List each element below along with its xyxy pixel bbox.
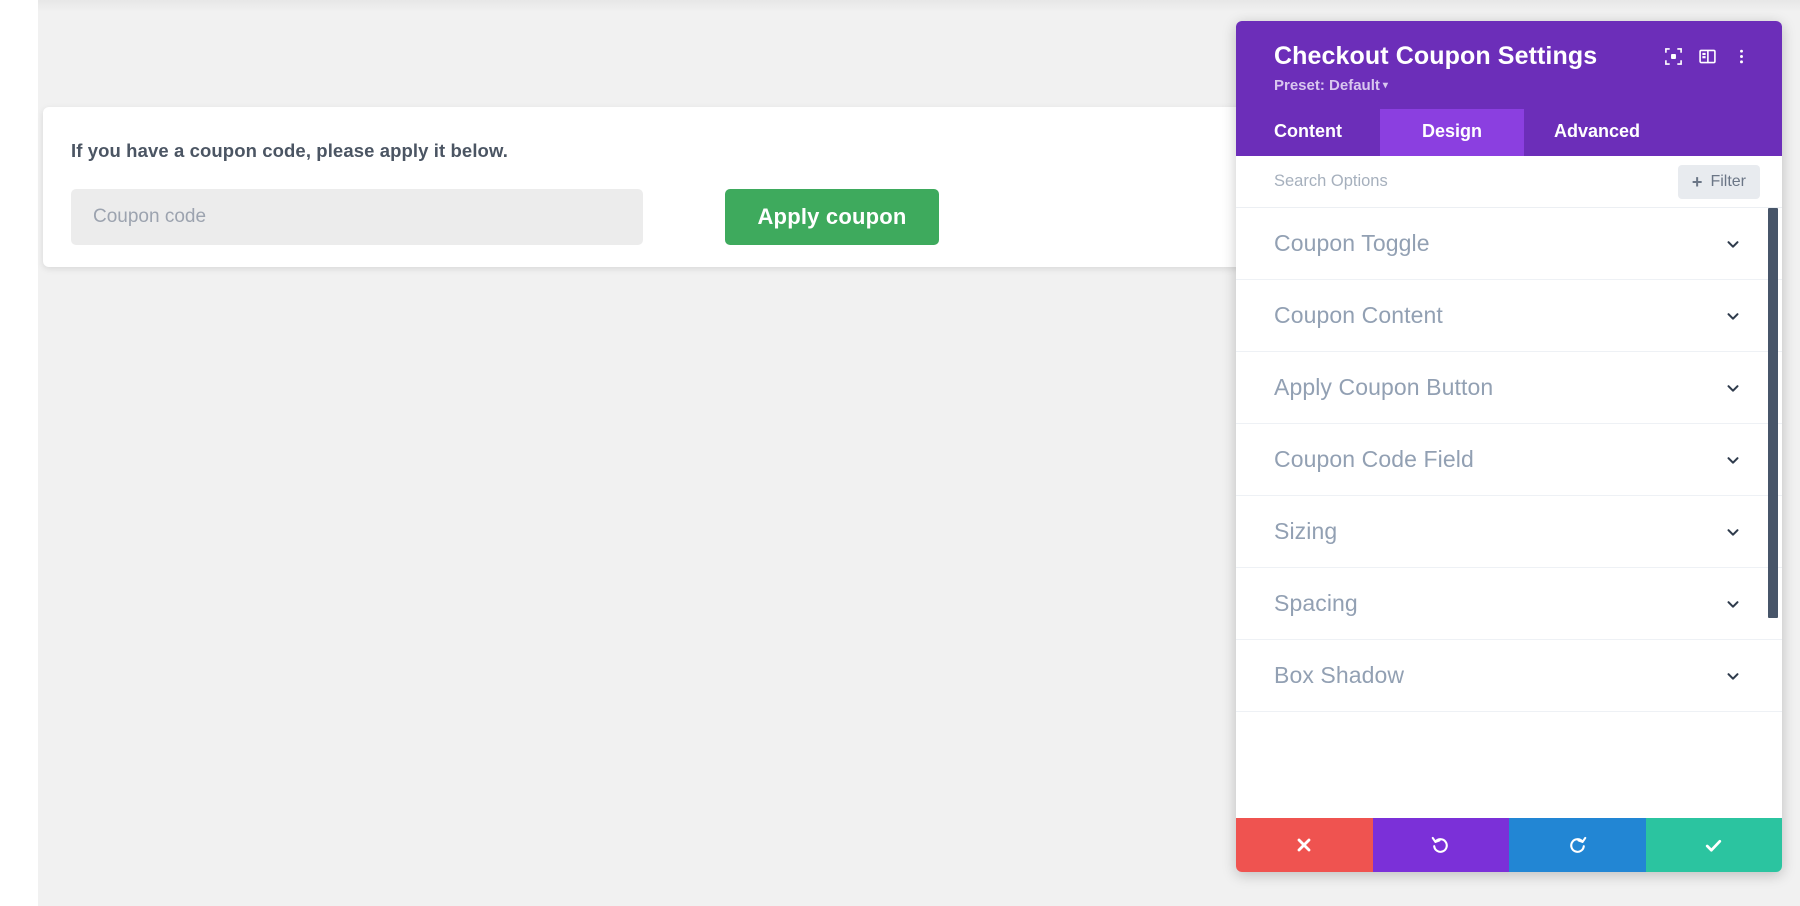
- chevron-down-icon: [1722, 665, 1744, 687]
- option-label: Coupon Code Field: [1274, 446, 1722, 473]
- tab-advanced[interactable]: Advanced: [1524, 109, 1670, 156]
- modal-footer-actions: [1236, 818, 1782, 872]
- option-label: Box Shadow: [1274, 662, 1722, 689]
- filter-button-label: Filter: [1710, 173, 1746, 191]
- chevron-down-icon: [1722, 233, 1744, 255]
- option-label: Spacing: [1274, 590, 1722, 617]
- tab-design[interactable]: Design: [1380, 109, 1524, 156]
- option-label: Coupon Toggle: [1274, 230, 1722, 257]
- chevron-down-icon: [1722, 521, 1744, 543]
- apply-coupon-button[interactable]: Apply coupon: [725, 189, 939, 245]
- modal-header-top-row: Checkout Coupon Settings: [1274, 39, 1758, 73]
- checkout-coupon-settings-modal: Checkout Coupon Settings: [1236, 21, 1782, 872]
- modal-header: Checkout Coupon Settings: [1236, 21, 1782, 109]
- option-row-coupon-content[interactable]: Coupon Content: [1236, 280, 1782, 352]
- chevron-down-icon: [1722, 449, 1744, 471]
- preset-selector[interactable]: Preset: Default▾: [1274, 77, 1388, 94]
- chevron-down-icon: [1722, 305, 1744, 327]
- options-search-bar: + Filter: [1236, 156, 1782, 208]
- option-label: Sizing: [1274, 518, 1722, 545]
- chevron-down-icon: [1722, 593, 1744, 615]
- undo-icon: [1430, 835, 1451, 856]
- modal-tabs: Content Design Advanced: [1236, 109, 1782, 156]
- layout-panel-icon[interactable]: [1690, 39, 1724, 73]
- option-row-coupon-code-field[interactable]: Coupon Code Field: [1236, 424, 1782, 496]
- coupon-code-input[interactable]: [71, 189, 643, 245]
- options-scrollbar-track[interactable]: [1768, 208, 1778, 818]
- plus-icon: +: [1692, 173, 1703, 191]
- preset-label: Preset: Default: [1274, 77, 1380, 94]
- option-row-sizing[interactable]: Sizing: [1236, 496, 1782, 568]
- option-label: Apply Coupon Button: [1274, 374, 1722, 401]
- chevron-down-icon: ▾: [1383, 80, 1388, 91]
- save-button[interactable]: [1646, 818, 1783, 872]
- option-row-apply-coupon-button[interactable]: Apply Coupon Button: [1236, 352, 1782, 424]
- search-options-input[interactable]: [1274, 172, 1678, 191]
- undo-button[interactable]: [1373, 818, 1510, 872]
- option-label: Coupon Content: [1274, 302, 1722, 329]
- chevron-down-icon: [1722, 377, 1744, 399]
- option-row-coupon-toggle[interactable]: Coupon Toggle: [1236, 208, 1782, 280]
- page-root: If you have a coupon code, please apply …: [0, 0, 1800, 906]
- options-scrollbar-thumb[interactable]: [1768, 208, 1778, 618]
- check-icon: [1703, 835, 1724, 856]
- redo-button[interactable]: [1509, 818, 1646, 872]
- focus-target-icon[interactable]: [1656, 39, 1690, 73]
- filter-button[interactable]: + Filter: [1678, 165, 1760, 199]
- options-list[interactable]: Coupon Toggle Coupon Content Apply Coupo…: [1236, 208, 1782, 818]
- tab-content[interactable]: Content: [1236, 109, 1380, 156]
- cancel-button[interactable]: [1236, 818, 1373, 872]
- modal-title: Checkout Coupon Settings: [1274, 42, 1656, 71]
- option-row-box-shadow[interactable]: Box Shadow: [1236, 640, 1782, 712]
- redo-icon: [1567, 835, 1588, 856]
- more-vertical-icon[interactable]: [1724, 39, 1758, 73]
- option-row-spacing[interactable]: Spacing: [1236, 568, 1782, 640]
- close-icon: [1294, 835, 1314, 855]
